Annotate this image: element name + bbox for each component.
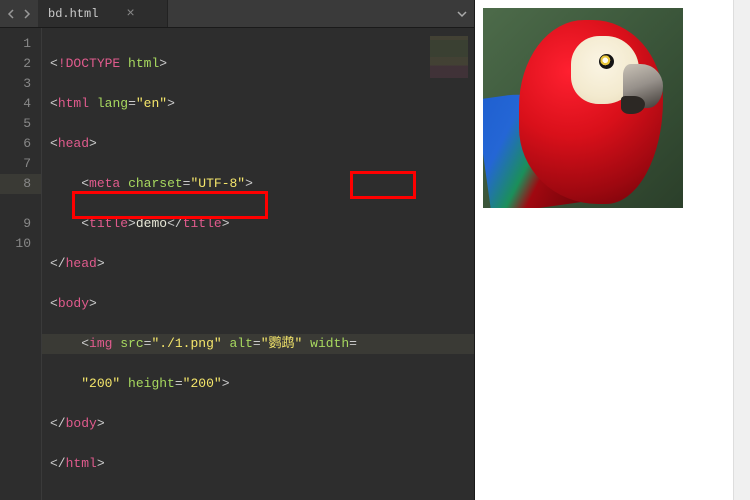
scrollbar[interactable] bbox=[733, 0, 750, 500]
nav-right-icon[interactable] bbox=[20, 7, 34, 21]
editor-pane: bd.html × 1 2 3 4 5 6 7 8 9 10 <!DOCTYPE… bbox=[0, 0, 475, 500]
close-icon[interactable]: × bbox=[126, 6, 134, 22]
tab-bd-html[interactable]: bd.html × bbox=[38, 0, 168, 27]
browser-content bbox=[475, 0, 750, 216]
editor-header: bd.html × bbox=[0, 0, 474, 28]
tab-filename: bd.html bbox=[48, 7, 98, 21]
nav-arrows bbox=[0, 0, 38, 27]
parrot-image bbox=[483, 8, 683, 208]
line-gutter: 1 2 3 4 5 6 7 8 9 10 bbox=[0, 28, 42, 500]
browser-pane bbox=[475, 0, 750, 500]
minimap[interactable] bbox=[430, 36, 468, 78]
code-content[interactable]: <!DOCTYPE html> <html lang="en"> <head> … bbox=[42, 28, 474, 500]
nav-left-icon[interactable] bbox=[4, 7, 18, 21]
chevron-down-icon[interactable] bbox=[450, 0, 474, 27]
code-area[interactable]: 1 2 3 4 5 6 7 8 9 10 <!DOCTYPE html> <ht… bbox=[0, 28, 474, 500]
